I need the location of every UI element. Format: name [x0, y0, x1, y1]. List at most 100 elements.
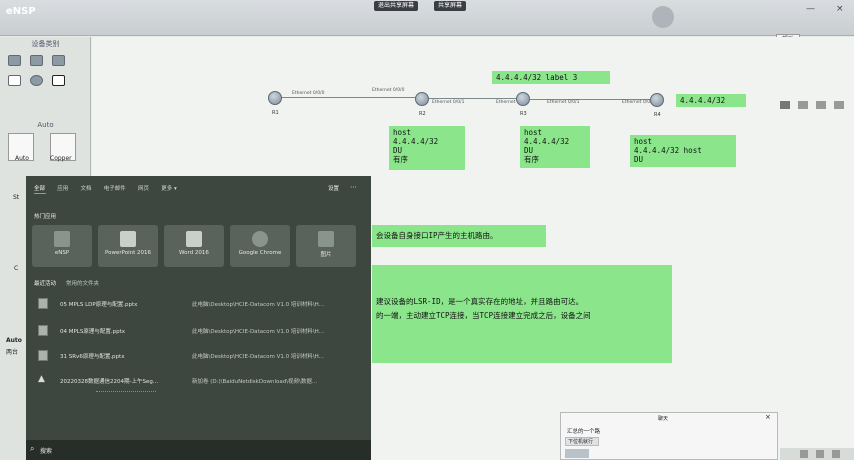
recent-file-path: 此电脑\Desktop\HCIE-Datacom V1.0 培训材料\H... — [192, 302, 324, 308]
app-tile-word[interactable]: Word 2016 — [164, 225, 224, 267]
note-line: 4.4.4.4/32 host — [634, 146, 702, 155]
chat-send-button[interactable] — [565, 449, 589, 458]
list-item[interactable]: 05 MPLS LDP原理与配置.pptx 此电脑\Desktop\HCIE-D… — [34, 295, 364, 313]
tray-icon[interactable] — [800, 450, 808, 458]
note-line: host — [634, 137, 653, 146]
start-tabs: 全部 应用 文档 电子邮件 网页 更多 ▾ — [34, 184, 187, 192]
tile-label: eNSP — [54, 250, 70, 256]
chat-message: 汇总的一个路 — [567, 429, 601, 435]
note-line: 的一端，主动建立TCP连接，当TCP连接建立完成之后，设备之间 — [376, 311, 591, 320]
close-button[interactable]: × — [836, 4, 844, 14]
app-tile-photos[interactable]: 图片 — [296, 225, 356, 267]
chat-window: 聊天 × 汇总的一个路 下位机就行 — [560, 412, 778, 460]
link-label: Ethernet 0/0/0 — [292, 91, 325, 96]
recent-file-name: 05 MPLS LDP原理与配置.pptx — [60, 302, 138, 308]
powerpoint-icon — [120, 231, 136, 247]
router-label: R3 — [520, 111, 527, 117]
app-tile-powerpoint[interactable]: PowerPoint 2016 — [98, 225, 158, 267]
ensp-icon — [54, 231, 70, 247]
note-line: DU — [634, 155, 644, 164]
tab-email[interactable]: 电子邮件 — [104, 186, 126, 192]
title-bar: eNSP 退出共享屏幕 共享屏幕 — × 帮助 — [0, 0, 854, 45]
word-icon — [186, 231, 202, 247]
wlan-category-icon[interactable] — [52, 55, 65, 66]
divider — [96, 391, 156, 392]
tab-all[interactable]: 全部 — [34, 186, 45, 192]
app-tile-ensp[interactable]: eNSP — [32, 225, 92, 267]
settings-tool-icon[interactable] — [834, 101, 844, 109]
note-line: 4.4.4.4/32 — [393, 137, 439, 146]
recent-header: 最近活动 — [34, 281, 57, 287]
copper-label: Copper — [50, 155, 72, 162]
router-label: R4 — [654, 112, 661, 118]
search-bar[interactable]: ⌕ 搜索 — [26, 440, 371, 460]
cable-category-icon[interactable] — [52, 75, 65, 86]
recent-file-name: 31 SRv6原理与配置.pptx — [60, 354, 125, 360]
link-r1-r2[interactable] — [275, 97, 423, 98]
app-title: eNSP — [6, 6, 36, 17]
side-fragment-2: C — [14, 265, 19, 272]
tab-web[interactable]: 网页 — [138, 186, 149, 192]
note-line: 建议设备的LSR-ID，是一个真实存在的地址，并且路由可达。 — [376, 297, 584, 306]
list-item[interactable]: 04 MPLS原理与配置.pptx 此电脑\Desktop\HCIE-Datac… — [34, 322, 364, 340]
search-icon: ⌕ — [30, 444, 35, 453]
note-line: 有序 — [393, 155, 408, 164]
note-line: host — [524, 128, 543, 137]
tab-more[interactable]: 更多 ▾ — [161, 186, 177, 192]
search-input[interactable]: 搜索 — [40, 446, 52, 455]
link-label: Ethernet 0/0/1 — [432, 100, 465, 105]
link-r2-r3[interactable] — [423, 98, 523, 99]
stop-share-button[interactable]: 退出共享屏幕 — [374, 1, 419, 11]
recent-file-name: 04 MPLS原理与配置.pptx — [60, 329, 126, 335]
pc-category-icon[interactable] — [8, 75, 21, 86]
recent-file-path: 新加卷 (D:)\BaiduNetdiskDownload\视频\数据... — [192, 379, 318, 385]
chat-message: 下位机就行 — [565, 437, 599, 446]
active-tab-indicator — [34, 193, 46, 194]
tile-label: Word 2016 — [179, 250, 209, 256]
minimize-button[interactable]: — — [806, 4, 815, 14]
auto-label: Auto — [15, 155, 29, 162]
label-annotation: 4.4.4.4/32 label 3 — [492, 71, 610, 84]
router-label: R1 — [272, 110, 279, 116]
side-fragment-1: St — [13, 194, 20, 201]
avatar[interactable] — [652, 6, 674, 28]
note-line: host — [393, 128, 412, 137]
router-icon[interactable] — [415, 92, 429, 106]
link-label: Ethernet 0/0/0 — [372, 88, 405, 93]
tab-apps[interactable]: 应用 — [57, 186, 68, 192]
chat-close-icon[interactable]: × — [765, 413, 771, 421]
tray-icon[interactable] — [832, 450, 840, 458]
chat-tool-icon[interactable] — [780, 101, 790, 109]
side-fragment-3: Auto — [6, 337, 22, 344]
list-item[interactable]: 31 SRv6原理与配置.pptx 此电脑\Desktop\HCIE-Datac… — [34, 347, 364, 365]
note-panel: 建议设备的LSR-ID，是一个真实存在的地址，并且路由可达。 的一端，主动建立T… — [372, 265, 672, 363]
router-label: R2 — [419, 111, 426, 117]
app-tile-chrome[interactable]: Google Chrome — [230, 225, 290, 267]
router-icon[interactable] — [650, 93, 664, 107]
note-line: 4.4.4.4/32 — [524, 137, 570, 146]
share-screen-button[interactable]: 共享屏幕 — [434, 1, 467, 11]
note-line: DU — [393, 146, 403, 155]
router-icon[interactable] — [268, 91, 282, 105]
tray-icon[interactable] — [816, 450, 824, 458]
more-options-icon[interactable]: ⋯ — [350, 183, 357, 191]
note-strip: 会设备自身接口IP产生的主机路由。 — [372, 225, 546, 247]
side-fragment-4: 两台 — [6, 349, 19, 356]
cloud-category-icon[interactable] — [30, 75, 43, 86]
video-file-icon: ▲ — [38, 374, 45, 384]
pptx-file-icon — [38, 325, 48, 336]
router-icon[interactable] — [516, 92, 530, 106]
shape-tool-icon[interactable] — [816, 101, 826, 109]
start-menu: 全部 应用 文档 电子邮件 网页 更多 ▾ 设置 ⋯ 热门应用 eNSP Pow… — [26, 176, 371, 460]
tile-label: Google Chrome — [238, 250, 282, 256]
drawing-tool-icon[interactable] — [798, 101, 808, 109]
list-item[interactable]: ▲ 20220328数据通信2204期-上午Seg... 新加卷 (D:)\Ba… — [34, 372, 364, 390]
panel-header: 设备类别 — [31, 40, 60, 48]
switch-category-icon[interactable] — [30, 55, 43, 66]
tab-documents[interactable]: 文档 — [81, 186, 92, 192]
router-category-icon[interactable] — [8, 55, 21, 66]
photos-icon — [318, 231, 334, 247]
settings-link[interactable]: 设置 — [328, 184, 339, 192]
pptx-file-icon — [38, 350, 48, 361]
chrome-icon — [252, 231, 268, 247]
